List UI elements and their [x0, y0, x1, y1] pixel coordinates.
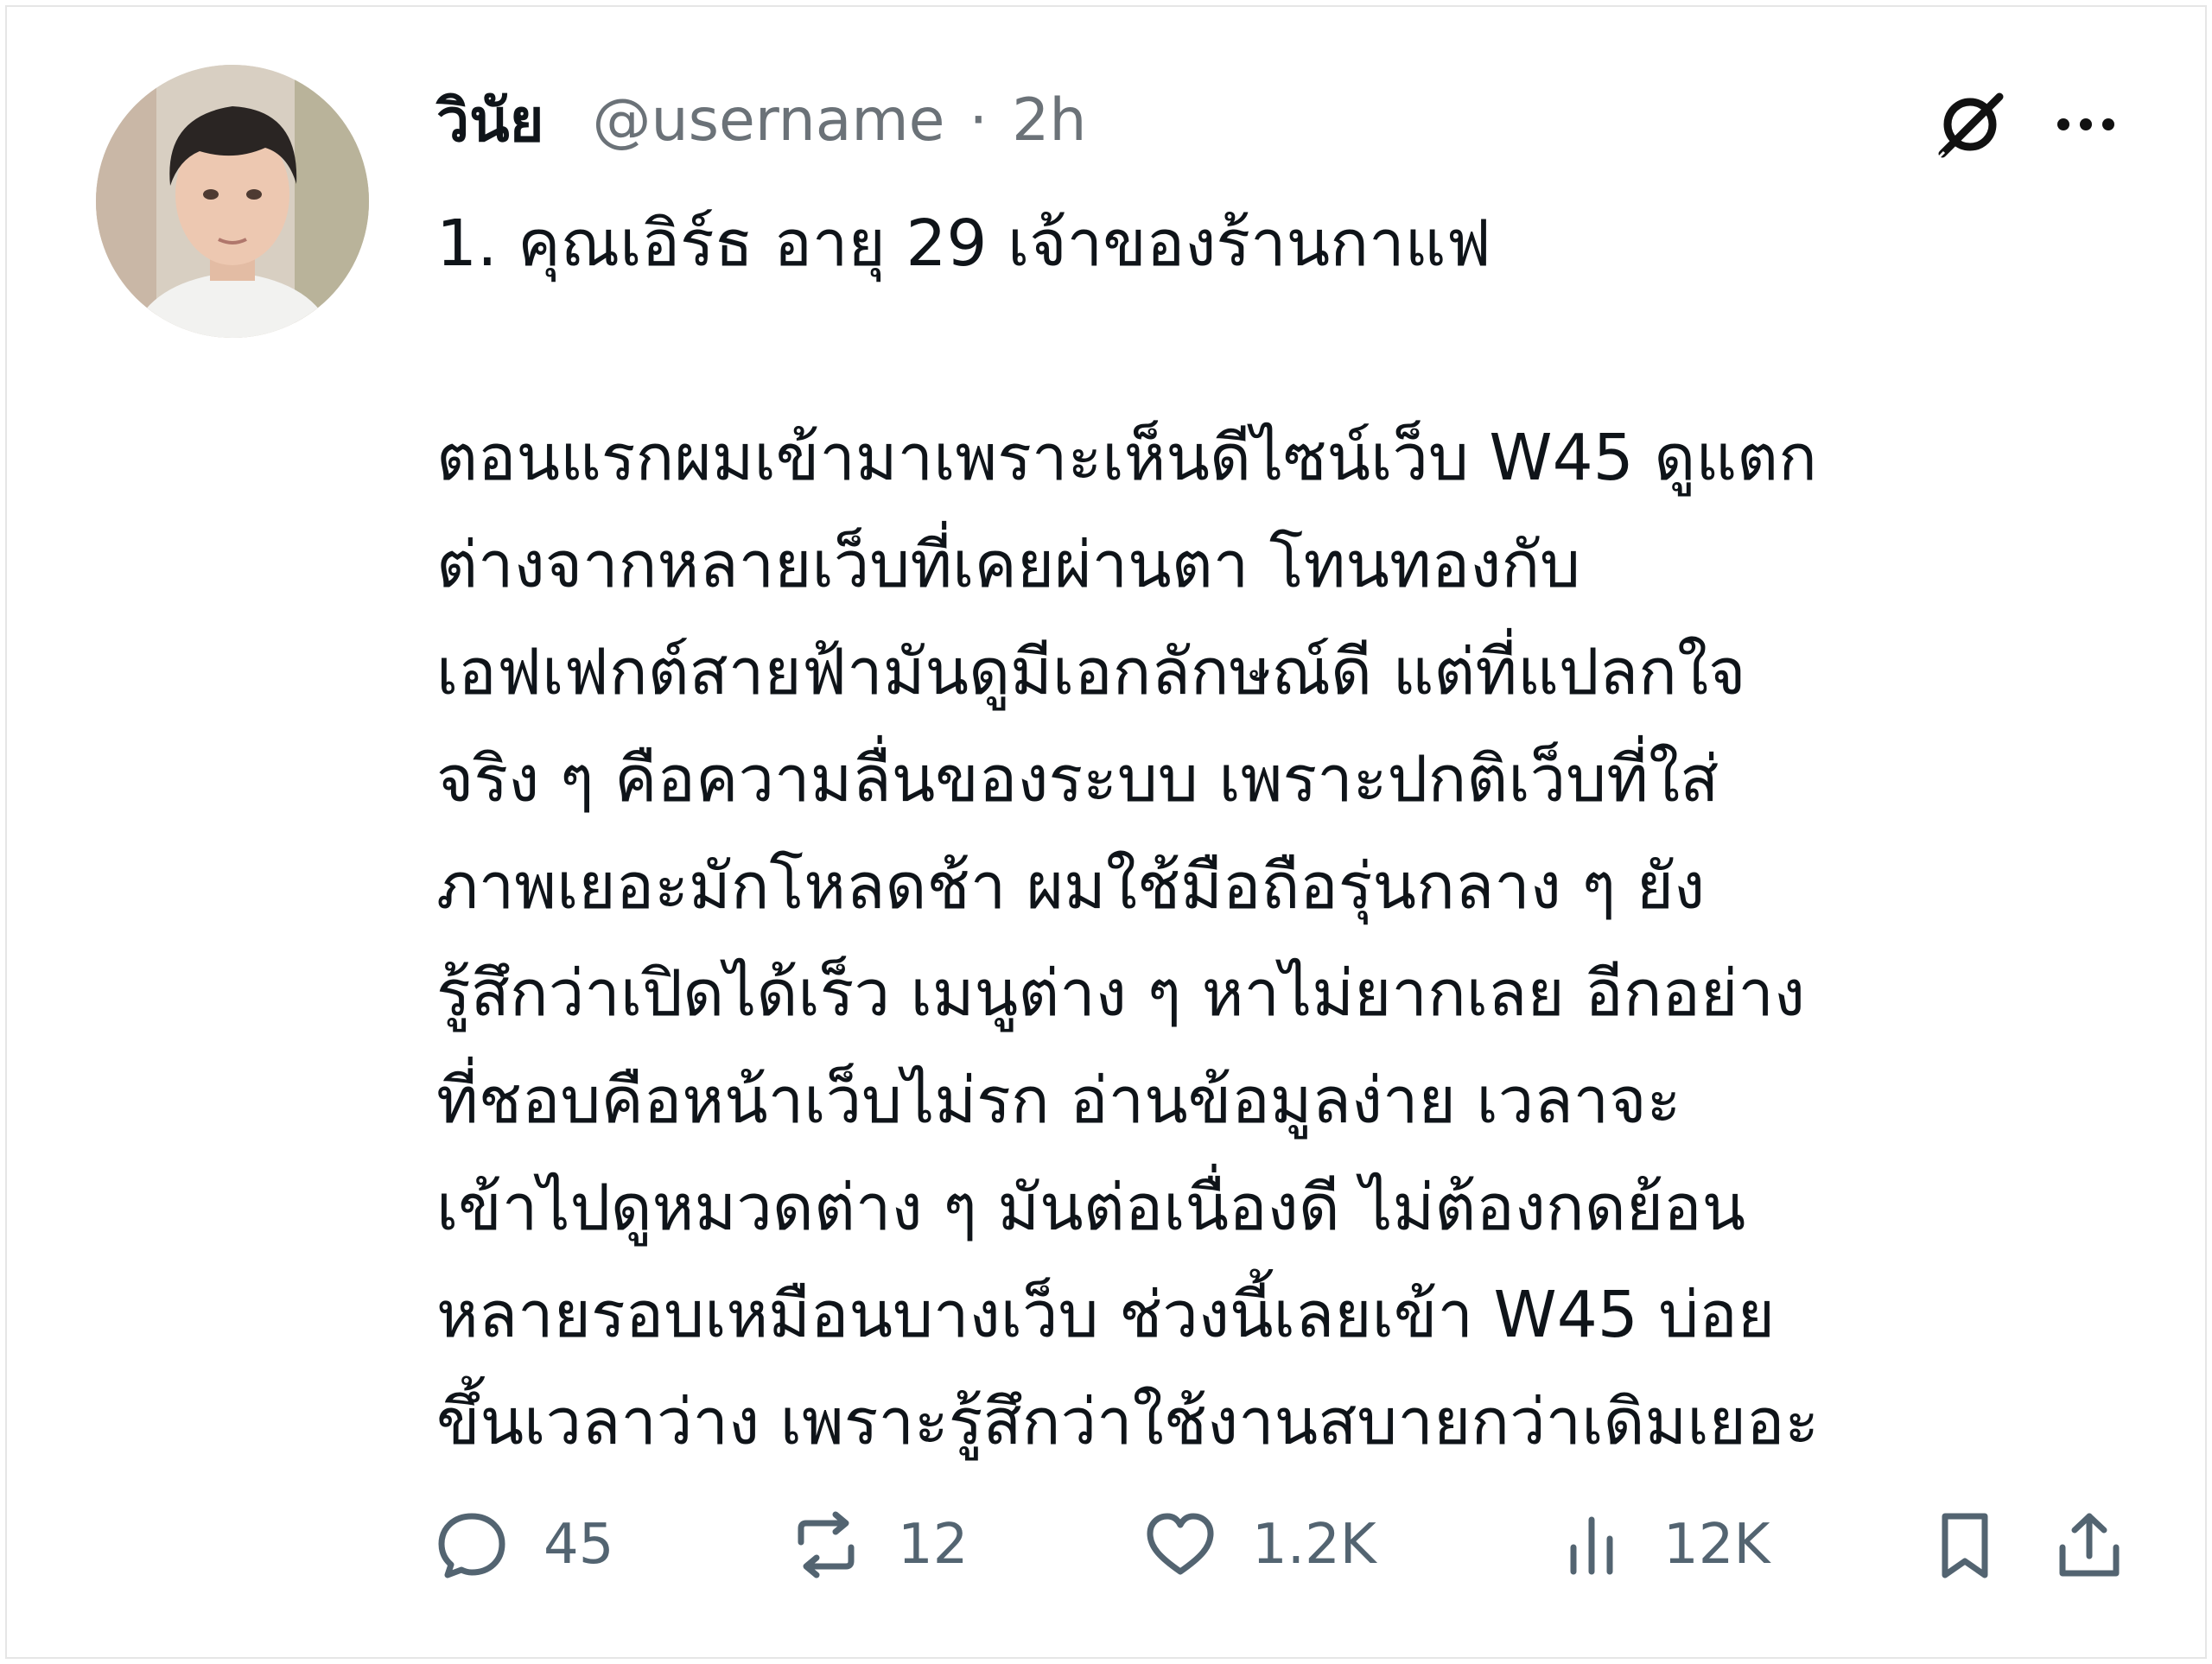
bookmark-button[interactable] — [1928, 1502, 2002, 1588]
post-paragraph: ตอนแรกผมเข้ามาเพราะเห็นดีไซน์เว็บ W45 ดู… — [436, 421, 1820, 1459]
views-count: 12K — [1663, 1513, 1770, 1577]
user-handle[interactable]: @username — [593, 86, 945, 155]
heart-icon — [1147, 1513, 1214, 1575]
post-card: วินัย @username · 2h 1. คุณเอิร์ธ อายุ 2… — [5, 5, 2207, 1659]
post-first-line: 1. คุณเอิร์ธ อายุ 29 เจ้าของร้านกาแฟ — [436, 206, 1491, 281]
share-icon — [2059, 1513, 2120, 1577]
reply-count: 45 — [543, 1513, 614, 1577]
more-icon[interactable] — [2051, 98, 2120, 150]
like-count: 1.2K — [1252, 1513, 1376, 1577]
grok-icon[interactable] — [1932, 86, 2008, 162]
post-header: วินัย @username · 2h — [436, 81, 1086, 159]
repost-button[interactable]: 12 — [789, 1502, 968, 1588]
post-time[interactable]: 2h — [1012, 86, 1086, 155]
separator-dot: · — [969, 86, 988, 155]
avatar-image — [96, 65, 369, 338]
like-button[interactable]: 1.2K — [1143, 1502, 1376, 1588]
repost-icon — [798, 1511, 855, 1578]
repost-count: 12 — [898, 1513, 969, 1577]
views-button[interactable]: 12K — [1554, 1502, 1770, 1588]
reply-icon — [438, 1513, 505, 1578]
action-bar: 45 12 1.2K 12K — [435, 1502, 2189, 1588]
views-icon — [1570, 1516, 1613, 1575]
bookmark-icon — [1942, 1513, 1988, 1578]
reply-button[interactable]: 45 — [435, 1502, 613, 1588]
display-name[interactable]: วินัย — [436, 73, 544, 167]
post-text: 1. คุณเอิร์ธ อายุ 29 เจ้าของร้านกาแฟ ตอน… — [436, 190, 2173, 1476]
avatar[interactable] — [96, 65, 369, 338]
share-button[interactable] — [2052, 1502, 2126, 1588]
